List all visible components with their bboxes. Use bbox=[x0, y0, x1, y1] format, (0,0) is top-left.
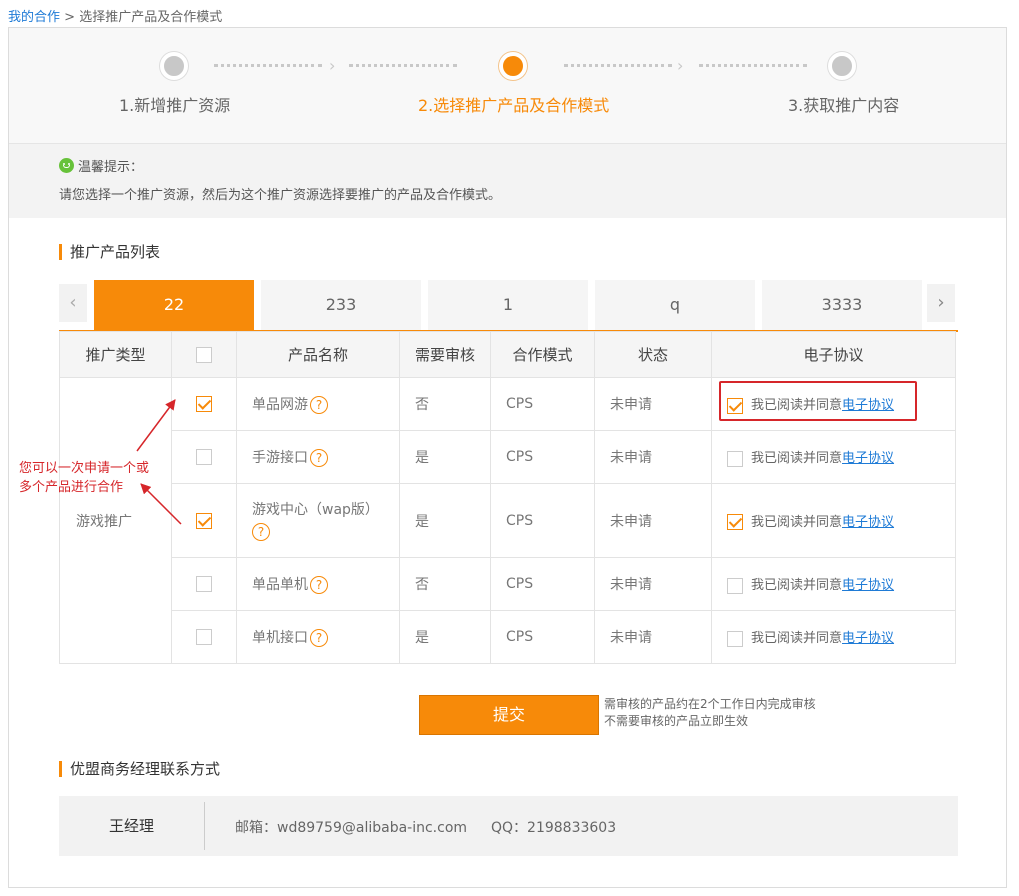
breadcrumb-current: 选择推广产品及合作模式 bbox=[79, 10, 223, 25]
product-name: 单品单机 bbox=[252, 577, 308, 593]
contact-divider bbox=[204, 802, 205, 850]
agreement-text: 我已阅读并同意 bbox=[751, 578, 843, 594]
product-name: 单机接口 bbox=[252, 630, 308, 646]
table-row: 单机接口? 是 CPS 未申请 我已阅读并同意电子协议 bbox=[60, 610, 956, 664]
manager-email: 邮箱：wd89759@alibaba-inc.com bbox=[235, 820, 468, 836]
agreement-link[interactable]: 电子协议 bbox=[842, 631, 894, 646]
submit-button[interactable]: 提交 bbox=[419, 695, 599, 735]
agreement-checkbox[interactable] bbox=[727, 577, 743, 594]
review-cell: 否 bbox=[399, 557, 491, 611]
help-icon[interactable]: ? bbox=[310, 576, 328, 594]
agreement-text: 我已阅读并同意 bbox=[751, 631, 843, 647]
main-panel: › › 1.新增推广资源 2.选择推广产品及合作模式 3.获取推广内容 温馨提示… bbox=[8, 27, 1007, 888]
breadcrumb-root-link[interactable]: 我的合作 bbox=[8, 10, 60, 25]
annotation-arrow-up bbox=[136, 399, 176, 452]
annotation-line-1: 您可以一次申请一个或 bbox=[19, 461, 150, 476]
table-row: 单品单机? 否 CPS 未申请 我已阅读并同意电子协议 bbox=[60, 557, 956, 611]
annotation-line-2: 多个产品进行合作 bbox=[19, 480, 124, 495]
breadcrumb: 我的合作 > 选择推广产品及合作模式 bbox=[8, 6, 222, 25]
submit-note-line-1: 需审核的产品约在2个工作日内完成审核 bbox=[604, 697, 816, 711]
row-checkbox[interactable] bbox=[196, 576, 212, 592]
status-cell: 未申请 bbox=[594, 557, 712, 611]
annotation-text: 您可以一次申请一个或 多个产品进行合作 bbox=[19, 459, 149, 497]
status-cell: 未申请 bbox=[594, 610, 712, 664]
manager-name: 王经理 bbox=[108, 817, 154, 835]
manager-qq: QQ：2198833603 bbox=[491, 820, 617, 836]
contact-box: 王经理 邮箱：wd89759@alibaba-inc.com QQ：219883… bbox=[59, 796, 958, 856]
breadcrumb-separator: > bbox=[64, 10, 76, 25]
mode-cell: CPS bbox=[490, 557, 595, 611]
review-cell: 是 bbox=[399, 610, 491, 664]
agreement-checkbox[interactable] bbox=[727, 630, 743, 647]
submit-note: 需审核的产品约在2个工作日内完成审核 不需要审核的产品立即生效 bbox=[604, 696, 816, 730]
section-title-contact: 优盟商务经理联系方式 bbox=[59, 761, 220, 777]
help-icon[interactable]: ? bbox=[310, 629, 328, 647]
mode-cell: CPS bbox=[490, 610, 595, 664]
submit-note-line-2: 不需要审核的产品立即生效 bbox=[604, 714, 749, 728]
agreement-link[interactable]: 电子协议 bbox=[842, 578, 894, 593]
annotation-arrows bbox=[136, 399, 182, 525]
row-checkbox[interactable] bbox=[196, 629, 212, 645]
